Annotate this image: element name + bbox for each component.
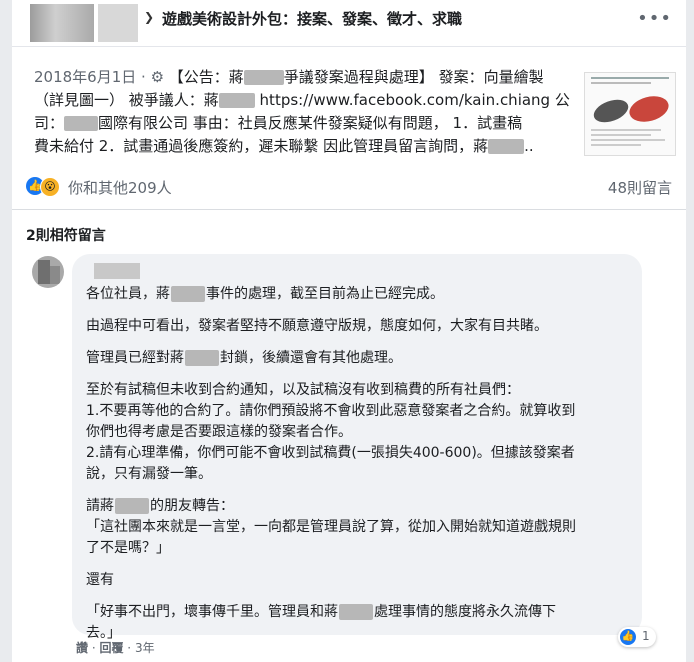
more-options-icon[interactable]: ••• — [637, 8, 672, 29]
comment-text-line: 去。」 — [86, 625, 121, 641]
like-link[interactable]: 讚 — [76, 641, 88, 655]
post-preview-text[interactable]: 2018年6月1日 · ⚙ 【公告：蔣 爭議發案過程與處理】 發案：向量繪製 （詳… — [34, 66, 574, 158]
comment-bubble: 各位社員，蔣 事件的處理，截至目前為止已經完成。 由過程中可看出，發案者堅持不願意… — [72, 254, 642, 641]
post-text: 爭議發案過程與處理】 發案：向量繪製 — [283, 68, 544, 86]
blurred-name — [171, 286, 205, 302]
post-card: ❯ 遊戲美術設計外包：接案、發案、徵才、求職 ••• 2018年6月1日 · ⚙… — [12, 0, 686, 662]
comment-text-segment: 各位社員，蔣 — [86, 286, 170, 302]
blurred-name — [339, 604, 373, 620]
reply-link[interactable]: 回覆 — [99, 641, 123, 655]
blurred-name — [185, 350, 219, 366]
chevron-right-icon: ❯ — [144, 10, 155, 24]
comments-count[interactable]: 48則留言 — [608, 177, 672, 198]
comment-like-count: 1 — [642, 629, 650, 643]
blurred-name — [218, 93, 255, 108]
group-avatar[interactable] — [30, 4, 94, 42]
post-text: https://www.facebook.com/kain.chiang 公 — [254, 91, 570, 109]
divider — [12, 209, 686, 210]
commenter-avatar[interactable] — [32, 256, 64, 288]
separator: · — [88, 641, 100, 655]
comment-text-line: 1.不要再等他的合約了。請你們預設將不會收到此惡意發案者之合約。就算收到 — [86, 403, 576, 419]
post-text: 費未給付 2．試畫通過後應簽約，遲未聯繫 因此管理員留言詢問，蔣 — [34, 137, 489, 155]
comment-text-segment: 請蔣 — [86, 498, 114, 514]
blurred-name — [64, 116, 99, 131]
comment-like-badge[interactable]: 👍 1 — [618, 627, 656, 647]
group-title[interactable]: 遊戲美術設計外包：接案、發案、徵才、求職 — [162, 8, 462, 29]
post-text: （詳見圖一） 被爭議人：蔣 — [34, 91, 219, 109]
comment-text-segment: 「好事不出門，壞事傳千里。管理員和蔣 — [86, 604, 338, 620]
reactions-summary[interactable]: 你和其他209人 — [68, 177, 172, 198]
comment-text-segment: 還有 — [86, 572, 114, 588]
post-text: 司： — [34, 114, 65, 132]
group-avatar-secondary — [98, 4, 138, 42]
commenter-name[interactable] — [94, 263, 140, 279]
post-attachment-thumbnail[interactable] — [584, 72, 676, 156]
post-text: .. — [524, 137, 534, 155]
comment-text-segment: 由過程中可看出，發案者堅持不願意遵守版規，態度如何，大家有目共睹。 — [86, 318, 548, 334]
post-date[interactable]: 2018年6月1日 · ⚙ — [34, 68, 164, 86]
comment-text-segment: 處理事情的態度將永久流傳下 — [374, 604, 556, 620]
blurred-name — [115, 498, 149, 514]
blurred-name — [243, 70, 284, 85]
comment-text-line: 「這社團本來就是一言堂，一向都是管理員說了算，從加入開始就知道遊戲規則 — [86, 519, 576, 535]
comment-text-segment: 的朋友轉告： — [150, 498, 234, 514]
comment-text-line: 你們也得考慮是否要跟這樣的發案者合作。 — [86, 424, 352, 440]
comment-age[interactable]: 3年 — [135, 641, 155, 655]
comment-text: 各位社員，蔣 事件的處理，截至目前為止已經完成。 由過程中可看出，發案者堅持不願意… — [86, 284, 634, 652]
comment-text-segment: 封鎖，後續還會有其他處理。 — [220, 350, 402, 366]
like-reaction-icon: 👍 — [620, 629, 636, 645]
comment-text-line: 了不是嗎？」 — [86, 540, 170, 556]
comment-text-line: 說，只有漏發一筆。 — [86, 466, 212, 482]
comment-text-segment: 事件的處理，截至目前為止已經完成。 — [206, 286, 444, 302]
blurred-name — [488, 139, 525, 154]
comment-actions: 讚 · 回覆 · 3年 — [76, 639, 155, 656]
comment-text-line: 至於有試稿但未收到合約通知，以及試稿沒有收到稿費的所有社員們： — [86, 382, 520, 398]
comment-text-line: 2.請有心理準備，你們可能不會收到試稿費(一張損失400-600)。但據該發案者 — [86, 445, 575, 461]
post-text: 國際有限公司 事由：社員反應某件發案疑似有問題， 1．試畫稿 — [98, 114, 523, 132]
comment-text-segment: 管理員已經對蔣 — [86, 350, 184, 366]
post-text: 【公告：蔣 — [164, 68, 244, 86]
group-header: ❯ 遊戲美術設計外包：接案、發案、徵才、求職 ••• — [12, 0, 686, 47]
separator: · — [123, 641, 135, 655]
matching-comments-label: 2則相符留言 — [26, 228, 106, 244]
wow-reaction-icon: 😮 — [40, 177, 60, 197]
